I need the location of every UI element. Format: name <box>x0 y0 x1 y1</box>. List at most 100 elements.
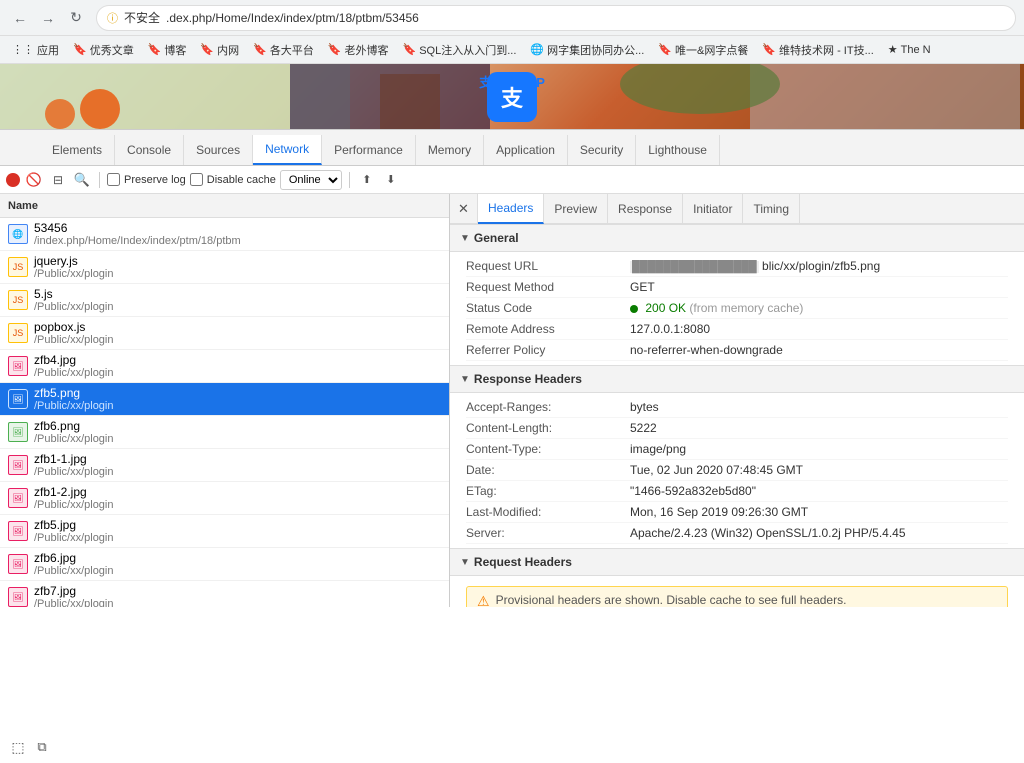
tab-console[interactable]: Console <box>115 135 184 165</box>
import-button[interactable]: ⬆ <box>357 170 377 190</box>
list-item[interactable]: JS jquery.js /Public/xx/plogin <box>0 251 449 284</box>
tab-performance[interactable]: Performance <box>322 135 416 165</box>
list-item-active[interactable]: 🖼 zfb5.png /Public/xx/plogin <box>0 383 449 416</box>
file-path: /Public/xx/plogin <box>34 268 114 280</box>
bookmark-laowai[interactable]: 🔖 老外博客 <box>322 39 395 61</box>
filter-button[interactable]: ⊟ <box>48 170 68 190</box>
disable-cache-label[interactable]: Disable cache <box>190 173 276 186</box>
header-value: 5222 <box>630 421 657 435</box>
devtools-inspect-button[interactable]: ⬚ <box>8 737 28 757</box>
list-item[interactable]: 🖼 zfb5.jpg /Public/xx/plogin <box>0 515 449 548</box>
bookmark-icon-9: 🔖 <box>762 43 776 56</box>
header-name: Content-Length: <box>466 421 626 435</box>
list-item[interactable]: JS 5.js /Public/xx/plogin <box>0 284 449 317</box>
request-section-label: Request Headers <box>474 555 572 569</box>
search-button[interactable]: 🔍 <box>72 170 92 190</box>
file-path: /Public/xx/plogin <box>34 499 114 511</box>
file-info: zfb6.png /Public/xx/plogin <box>34 419 114 445</box>
header-name: Request Method <box>466 280 626 294</box>
bookmark-sql-label: SQL注入从入门到... <box>419 42 516 58</box>
tab-memory[interactable]: Memory <box>416 135 484 165</box>
bookmark-blog[interactable]: 🔖 博客 <box>142 39 193 61</box>
bookmark-intranet[interactable]: 🔖 内网 <box>194 39 245 61</box>
file-icon-img: 🖼 <box>8 554 28 574</box>
detail-tab-response[interactable]: Response <box>608 194 683 224</box>
list-item[interactable]: 🖼 zfb6.jpg /Public/xx/plogin <box>0 548 449 581</box>
back-button[interactable]: ← <box>8 6 32 30</box>
bookmark-it-label: 维特技术网 - IT技... <box>779 42 874 58</box>
forward-button[interactable]: → <box>36 6 60 30</box>
refresh-button[interactable]: ↻ <box>64 6 88 30</box>
header-value: Tue, 02 Jun 2020 07:48:45 GMT <box>630 463 803 477</box>
detail-tab-timing[interactable]: Timing <box>743 194 800 224</box>
triangle-icon: ▼ <box>460 374 470 385</box>
browser-toolbar: ← → ↻ ⓘ 不安全 .dex.php/Home/Index/index/pt… <box>0 0 1024 36</box>
detail-tab-preview[interactable]: Preview <box>544 194 608 224</box>
tab-lighthouse[interactable]: Lighthouse <box>636 135 720 165</box>
clear-button[interactable]: 🚫 <box>24 170 44 190</box>
preserve-log-label[interactable]: Preserve log <box>107 173 186 186</box>
file-name: zfb4.jpg <box>34 353 114 367</box>
bookmark-blog-label: 博客 <box>164 42 186 58</box>
list-item[interactable]: 🖼 zfb1-2.jpg /Public/xx/plogin <box>0 482 449 515</box>
tab-application[interactable]: Application <box>484 135 568 165</box>
devtools-device-button[interactable]: ⧉ <box>32 737 52 757</box>
devtools-content: Name 🌐 53456 /index.php/Home/Index/index… <box>0 194 1024 607</box>
header-name: Last-Modified: <box>466 505 626 519</box>
file-path: /Public/xx/plogin <box>34 334 114 346</box>
address-bar[interactable]: ⓘ 不安全 .dex.php/Home/Index/index/ptm/18/p… <box>96 5 1016 31</box>
detail-tab-headers[interactable]: Headers <box>478 194 544 224</box>
export-button[interactable]: ⬇ <box>381 170 401 190</box>
tab-network[interactable]: Network <box>253 135 322 165</box>
details-tabs: ✕ Headers Preview Response Initiator Tim… <box>450 194 1024 224</box>
bookmark-wangzi[interactable]: 🌐 网字集团协同办公... <box>524 39 650 61</box>
list-item[interactable]: 🖼 zfb4.jpg /Public/xx/plogin <box>0 350 449 383</box>
request-section-header[interactable]: ▼ Request Headers <box>450 548 1024 576</box>
file-icon-img: 🖼 <box>8 587 28 607</box>
bookmark-platforms[interactable]: 🔖 各大平台 <box>247 39 320 61</box>
file-path: /Public/xx/plogin <box>34 367 114 379</box>
bookmarks-bar: ⋮⋮ 应用 🔖 优秀文章 🔖 博客 🔖 内网 🔖 各大平台 🔖 老外博客 🔖 S… <box>0 36 1024 64</box>
bookmark-apps[interactable]: ⋮⋮ 应用 <box>6 39 65 61</box>
bookmark-apps-label: 应用 <box>37 42 59 58</box>
bookmark-icon-2: 🔖 <box>148 43 162 56</box>
bookmark-icon-8: 🔖 <box>658 43 672 56</box>
bookmark-sql[interactable]: 🔖 SQL注入从入门到... <box>397 39 523 61</box>
detail-tab-initiator[interactable]: Initiator <box>683 194 743 224</box>
bookmark-star[interactable]: ★ The N <box>882 40 937 59</box>
file-list-header: Name <box>0 194 449 218</box>
record-button[interactable] <box>6 173 20 187</box>
disable-cache-checkbox[interactable] <box>190 173 203 186</box>
list-item[interactable]: 🖼 zfb7.jpg /Public/xx/plogin <box>0 581 449 607</box>
bookmark-it[interactable]: 🔖 维特技术网 - IT技... <box>756 39 879 61</box>
file-name: jquery.js <box>34 254 114 268</box>
close-detail-button[interactable]: ✕ <box>450 194 478 224</box>
earth-icon: 🌐 <box>530 43 544 56</box>
bookmark-weite[interactable]: 🔖 唯一&网字点餐 <box>652 39 754 61</box>
file-name: zfb5.png <box>34 386 114 400</box>
header-name: Request URL <box>466 259 626 273</box>
devtools-panel: ⬚ ⧉ Elements Console Sources Network Per… <box>0 129 1024 607</box>
header-row: Request URL ████████████████ blic/xx/plo… <box>466 256 1008 277</box>
header-value: Mon, 16 Sep 2019 09:26:30 GMT <box>630 505 808 519</box>
header-name: Remote Address <box>466 322 626 336</box>
file-info: zfb6.jpg /Public/xx/plogin <box>34 551 114 577</box>
bookmark-articles[interactable]: 🔖 优秀文章 <box>67 39 140 61</box>
general-section-header[interactable]: ▼ General <box>450 224 1024 252</box>
tab-sources[interactable]: Sources <box>184 135 253 165</box>
list-item[interactable]: JS popbox.js /Public/xx/plogin <box>0 317 449 350</box>
response-section-header[interactable]: ▼ Response Headers <box>450 365 1024 393</box>
network-toolbar: 🚫 ⊟ 🔍 Preserve log Disable cache Online … <box>0 166 1024 194</box>
file-path: /index.php/Home/Index/index/ptm/18/ptbm <box>34 235 241 247</box>
tab-elements[interactable]: Elements <box>40 135 115 165</box>
tab-security[interactable]: Security <box>568 135 636 165</box>
bookmark-icon-3: 🔖 <box>200 43 214 56</box>
file-name: popbox.js <box>34 320 114 334</box>
list-item[interactable]: 🖼 zfb1-1.jpg /Public/xx/plogin <box>0 449 449 482</box>
throttle-select[interactable]: Online <box>280 170 342 190</box>
triangle-icon: ▼ <box>460 557 470 568</box>
preserve-log-checkbox[interactable] <box>107 173 120 186</box>
file-info: zfb5.jpg /Public/xx/plogin <box>34 518 114 544</box>
list-item[interactable]: 🖼 zfb6.png /Public/xx/plogin <box>0 416 449 449</box>
list-item[interactable]: 🌐 53456 /index.php/Home/Index/index/ptm/… <box>0 218 449 251</box>
